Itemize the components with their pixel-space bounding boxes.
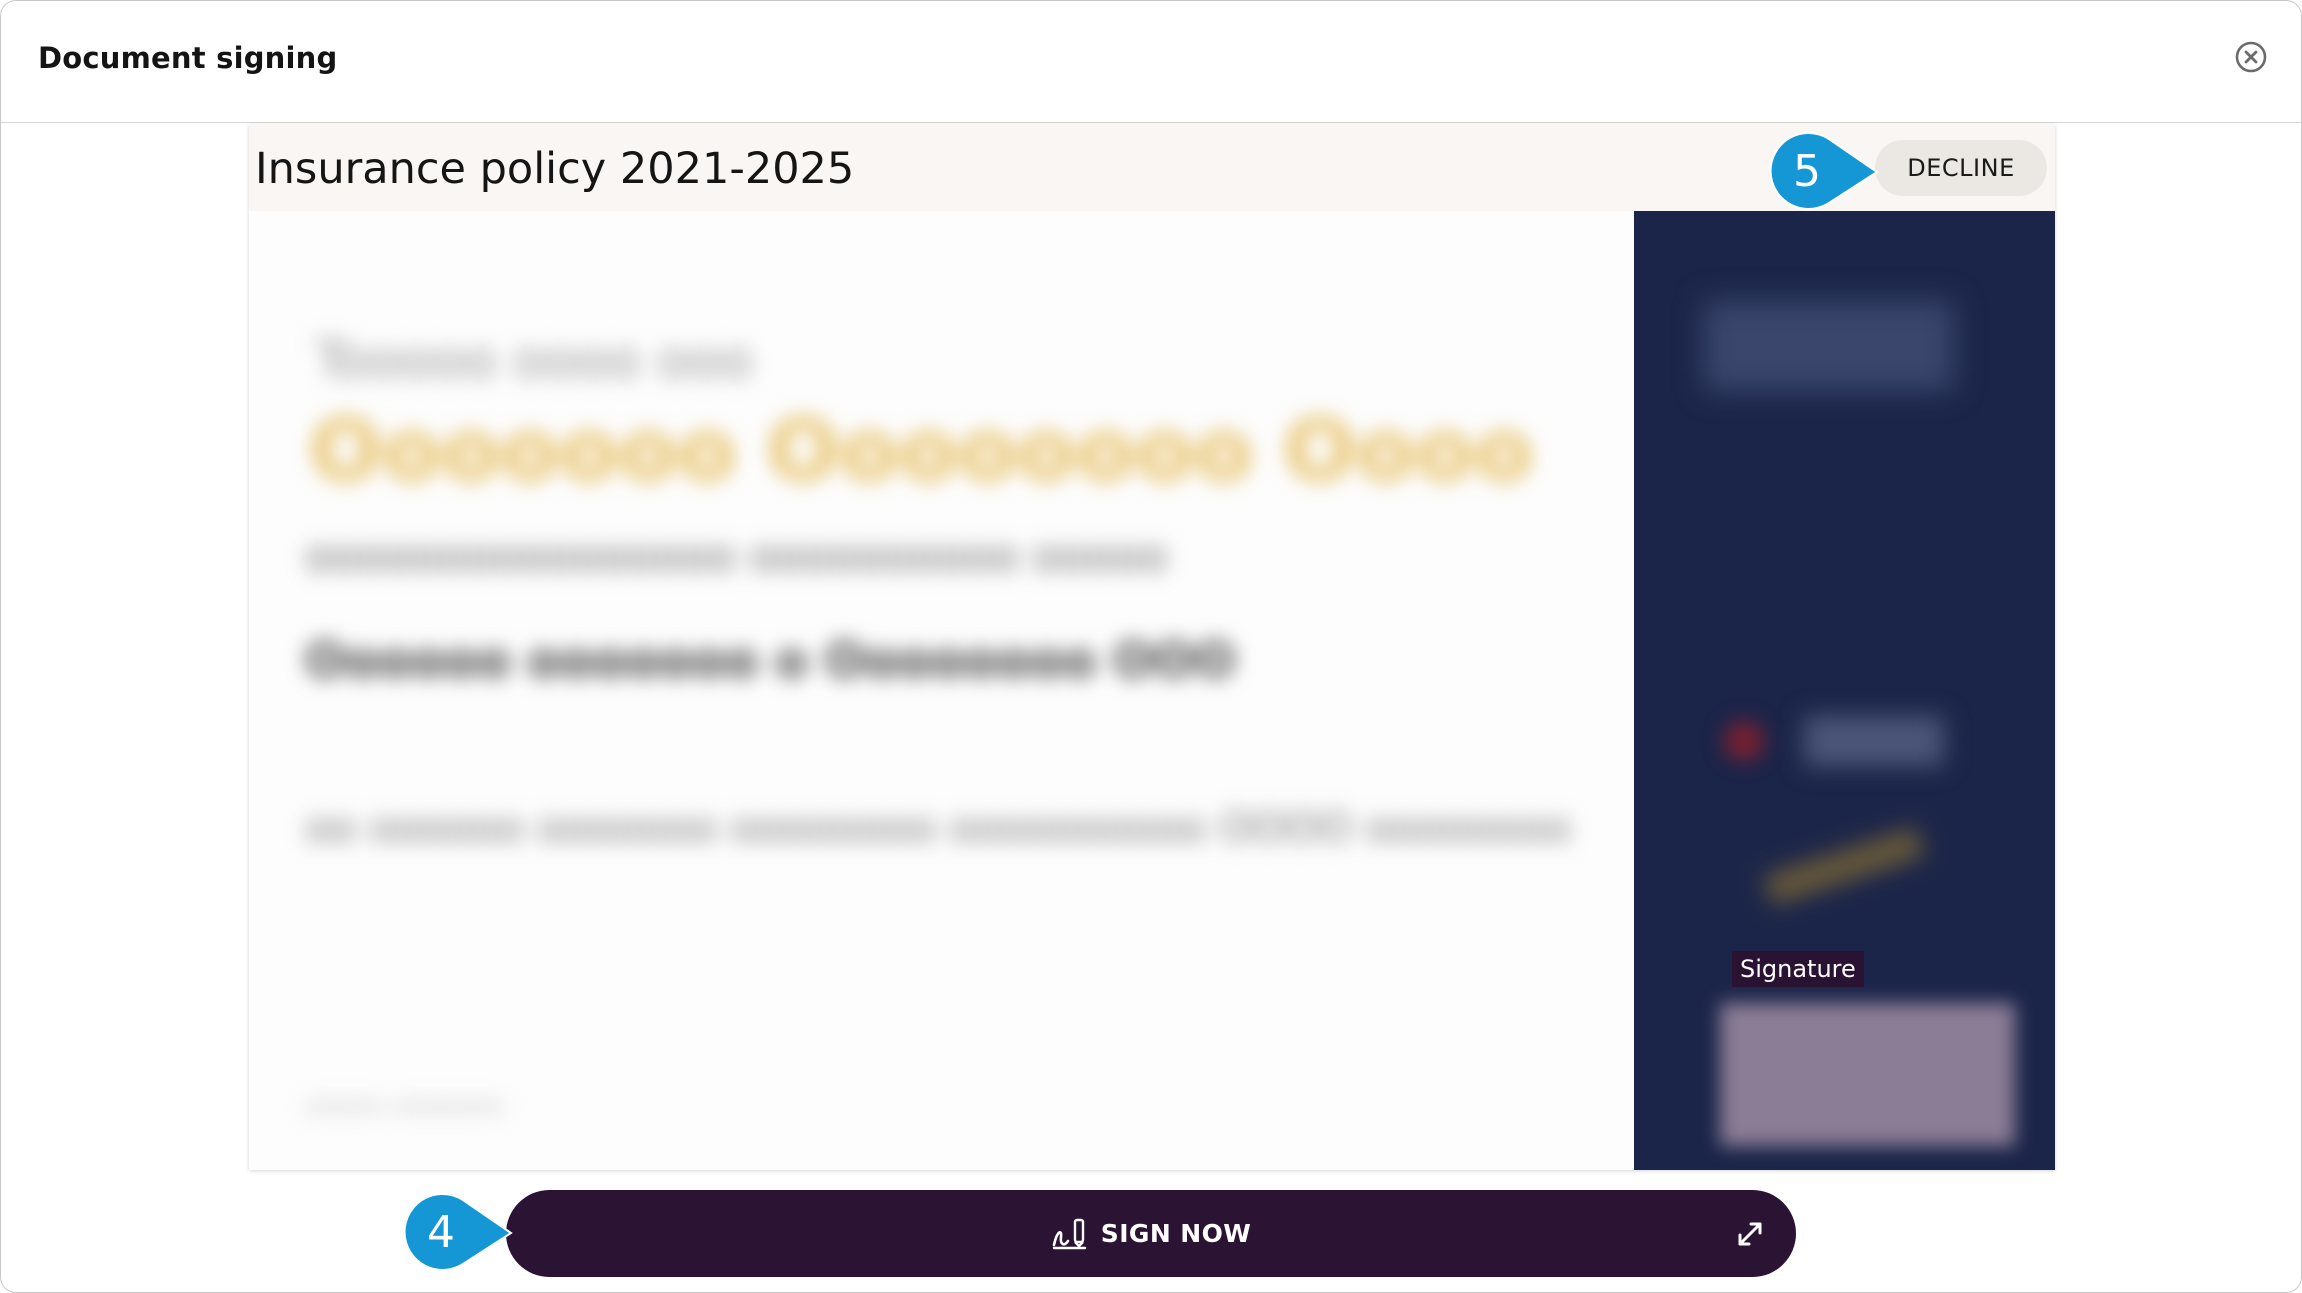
close-button[interactable]	[2235, 41, 2267, 73]
callout-4: 4	[403, 1192, 513, 1272]
signature-label: Signature	[1732, 951, 1864, 987]
blurred-footer: ooooo ooooooo	[305, 1091, 505, 1121]
blurred-heading: Tooooo oooo ooo	[315, 331, 753, 391]
document-signing-dialog: Document signing Insurance policy 2021-2…	[0, 0, 2302, 1293]
signature-pen-icon	[1052, 1218, 1086, 1249]
blurred-logo	[1724, 721, 1764, 761]
blurred-signature	[1763, 827, 1925, 905]
blurred-line: oo oooooo ooooooo oooooooo oooooooooo OO…	[305, 803, 1571, 852]
sign-now-button[interactable]: SIGN NOW	[506, 1190, 1796, 1277]
expand-arrows-icon	[1738, 1222, 1762, 1246]
blurred-line: oooooooooooooooo oooooooooo ooooo	[305, 531, 1168, 582]
document-side-panel	[1634, 211, 2055, 1170]
callout-number: 4	[427, 1206, 455, 1258]
close-icon	[2235, 41, 2267, 73]
callout-number: 5	[1793, 145, 1821, 197]
document-title: Insurance policy 2021-2025	[255, 144, 855, 194]
blurred-block	[1804, 716, 1944, 766]
dialog-header: Document signing	[1, 1, 2301, 123]
expand-button[interactable]	[1732, 1216, 1768, 1252]
blurred-name: Ooooooo Oooooooo Oooo	[309, 401, 1534, 501]
blurred-line: Oooooo ooooooo o Oooooooo OOO	[305, 633, 1236, 689]
blurred-block	[1704, 301, 1954, 391]
document-preview: Insurance policy 2021-2025 DECLINE Toooo…	[249, 124, 2055, 1170]
decline-button[interactable]: DECLINE	[1875, 140, 2047, 196]
callout-5: 5	[1769, 131, 1879, 211]
signature-field[interactable]	[1720, 1003, 2015, 1146]
document-page: Tooooo oooo ooo Ooooooo Oooooooo Oooo oo…	[249, 211, 2055, 1170]
dialog-title: Document signing	[38, 41, 338, 75]
sign-now-label: SIGN NOW	[1100, 1219, 1252, 1248]
